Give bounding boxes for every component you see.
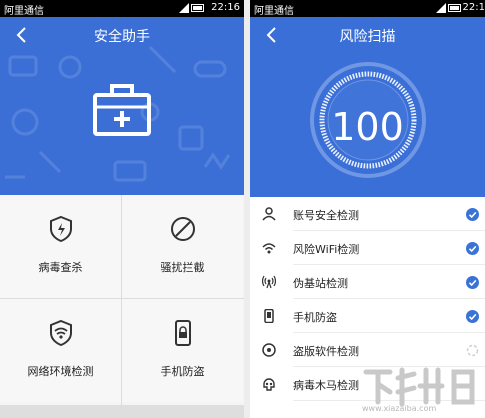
tile-label: 骚扰拦截 (160, 261, 205, 274)
antenna-icon (262, 275, 276, 289)
first-aid-kit-icon (93, 84, 151, 136)
item-label: 伪基站检测 (293, 277, 348, 290)
feature-grid: 病毒查杀 骚扰拦截 网络环境检测 手机防盗 (0, 195, 244, 418)
check-circle-icon (466, 242, 479, 255)
item-label: 账号安全检测 (293, 209, 359, 222)
block-icon (171, 217, 195, 241)
skull-icon (263, 378, 275, 391)
item-label: 风险WiFi检测 (293, 243, 360, 256)
shield-bolt-icon (50, 215, 72, 243)
left-phone-screen: 阿里通信 22:16 安全助手 病毒查杀 骚扰拦截 网络环境检测 手机防盗 (0, 0, 244, 418)
page-title: 安全助手 (94, 29, 150, 45)
list-item[interactable]: 风险WiFi检测 (250, 231, 485, 265)
phone-icon (264, 309, 274, 323)
list-item[interactable]: 账号安全检测 (250, 197, 485, 231)
right-phone-screen: 阿里通信 22:1 风险扫描 100 账号安全检测 风险WiFi检测 伪基站检测 (250, 0, 485, 418)
safety-score: 100 (331, 105, 404, 149)
check-circle-icon (466, 310, 479, 323)
tile-virus-scan[interactable]: 病毒查杀 (0, 195, 121, 298)
signal-icon (436, 3, 446, 13)
status-icons (436, 3, 461, 13)
header-banner: 安全助手 (0, 17, 244, 195)
divider (0, 298, 244, 299)
carrier-name: 阿里通信 (254, 6, 294, 17)
tile-label: 手机防盗 (160, 365, 205, 378)
battery-icon (448, 4, 461, 12)
check-circle-icon (466, 208, 479, 221)
status-bar: 阿里通信 22:1 (250, 0, 485, 17)
disc-icon (262, 343, 276, 357)
status-icons (179, 3, 204, 13)
watermark-url: www.xiazaiba.com (362, 404, 437, 413)
item-label: 盗版软件检测 (293, 345, 359, 358)
tile-label: 病毒查杀 (38, 261, 83, 274)
item-label: 手机防盗 (293, 311, 337, 324)
wifi-shield-icon (50, 319, 72, 347)
bottom-strip (0, 405, 244, 418)
tile-label: 网络环境检测 (27, 365, 94, 378)
list-item[interactable]: 手机防盗 (250, 299, 485, 333)
loading-spinner-icon (466, 344, 479, 357)
status-bar: 阿里通信 22:16 (0, 0, 244, 17)
user-icon (262, 207, 276, 221)
tile-harassment-block[interactable]: 骚扰拦截 (122, 195, 243, 298)
tile-network-check[interactable]: 网络环境检测 (0, 299, 121, 402)
signal-icon (179, 3, 189, 13)
list-item[interactable]: 伪基站检测 (250, 265, 485, 299)
wifi-icon (262, 243, 276, 254)
status-time: 22:16 (211, 2, 240, 13)
item-label: 病毒木马检测 (293, 379, 359, 392)
carrier-name: 阿里通信 (4, 6, 44, 17)
status-time: 22:1 (462, 2, 485, 13)
page-title: 风险扫描 (339, 29, 396, 45)
header-banner: 风险扫描 100 (250, 17, 485, 197)
phone-lock-icon (175, 320, 191, 346)
battery-icon (191, 4, 204, 12)
check-circle-icon (466, 276, 479, 289)
divider (121, 195, 122, 405)
tile-anti-theft[interactable]: 手机防盗 (122, 299, 243, 402)
